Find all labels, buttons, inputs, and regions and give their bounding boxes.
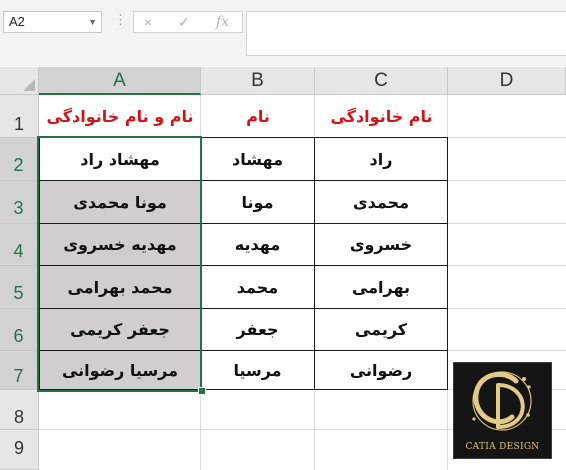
cell-a2[interactable]: مهشاد راد: [39, 137, 201, 181]
column-header-a[interactable]: A: [39, 67, 201, 95]
insert-function-icon[interactable]: fx: [216, 14, 229, 30]
logo-monogram-icon: [472, 371, 532, 431]
column-header-c[interactable]: C: [315, 67, 448, 95]
select-all-icon: [23, 79, 35, 91]
drag-handle-icon[interactable]: ⋮: [114, 12, 127, 28]
row-header-4[interactable]: 4: [0, 224, 39, 266]
cell-b7[interactable]: مرسیا: [200, 350, 315, 390]
formula-input[interactable]: [246, 11, 566, 56]
cell-c6[interactable]: کریمی: [314, 308, 448, 351]
cell-a3[interactable]: مونا محمدی: [39, 180, 201, 224]
row-header-6[interactable]: 6: [0, 309, 39, 351]
row-header-8[interactable]: 8: [0, 390, 39, 430]
cell-a7[interactable]: مرسیا رضوانی: [39, 350, 201, 390]
enter-icon[interactable]: ✓: [178, 14, 190, 31]
cell-b4[interactable]: مهدیه: [200, 223, 315, 266]
cell-b3[interactable]: مونا: [200, 180, 315, 224]
name-box-value: A2: [9, 14, 25, 29]
cell-c4[interactable]: خسروی: [314, 223, 448, 266]
row-header-1[interactable]: 1: [0, 95, 39, 138]
cancel-icon[interactable]: ×: [144, 14, 152, 30]
row-header-9[interactable]: 9: [0, 430, 39, 470]
row-header-7[interactable]: 7: [0, 351, 39, 390]
catia-design-logo: CATIA DESIGN: [453, 362, 552, 459]
cell-c5[interactable]: بهرامی: [314, 265, 448, 309]
cell-c3[interactable]: محمدی: [314, 180, 448, 224]
cell-b2[interactable]: مهشاد: [200, 137, 315, 181]
cell-c7[interactable]: رضوانی: [314, 350, 448, 390]
cell-c1[interactable]: نام خانوادگی: [315, 95, 448, 138]
row-header-2[interactable]: 2: [0, 138, 39, 181]
name-box[interactable]: A2 ▼: [3, 11, 102, 33]
cell-b1[interactable]: نام: [201, 95, 315, 138]
row-header-5[interactable]: 5: [0, 266, 39, 309]
cell-a1[interactable]: نام و نام خانوادگی: [39, 95, 201, 138]
cell-b6[interactable]: جعفر: [200, 308, 315, 351]
column-header-b[interactable]: B: [201, 67, 315, 95]
cell-a4[interactable]: مهدیه خسروی: [39, 223, 201, 266]
cell-a6[interactable]: جعفر کریمی: [39, 308, 201, 351]
cell-a5[interactable]: محمد بهرامی: [39, 265, 201, 309]
fill-handle[interactable]: [198, 387, 206, 395]
logo-text: CATIA DESIGN: [465, 442, 540, 452]
cell-b5[interactable]: محمد: [200, 265, 315, 309]
cell-c2[interactable]: راد: [314, 137, 448, 181]
row-header-3[interactable]: 3: [0, 181, 39, 224]
chevron-down-icon[interactable]: ▼: [88, 12, 97, 32]
column-header-d[interactable]: D: [448, 67, 566, 95]
formula-buttons: × ✓ fx: [133, 11, 243, 33]
select-all-button[interactable]: [0, 67, 39, 95]
